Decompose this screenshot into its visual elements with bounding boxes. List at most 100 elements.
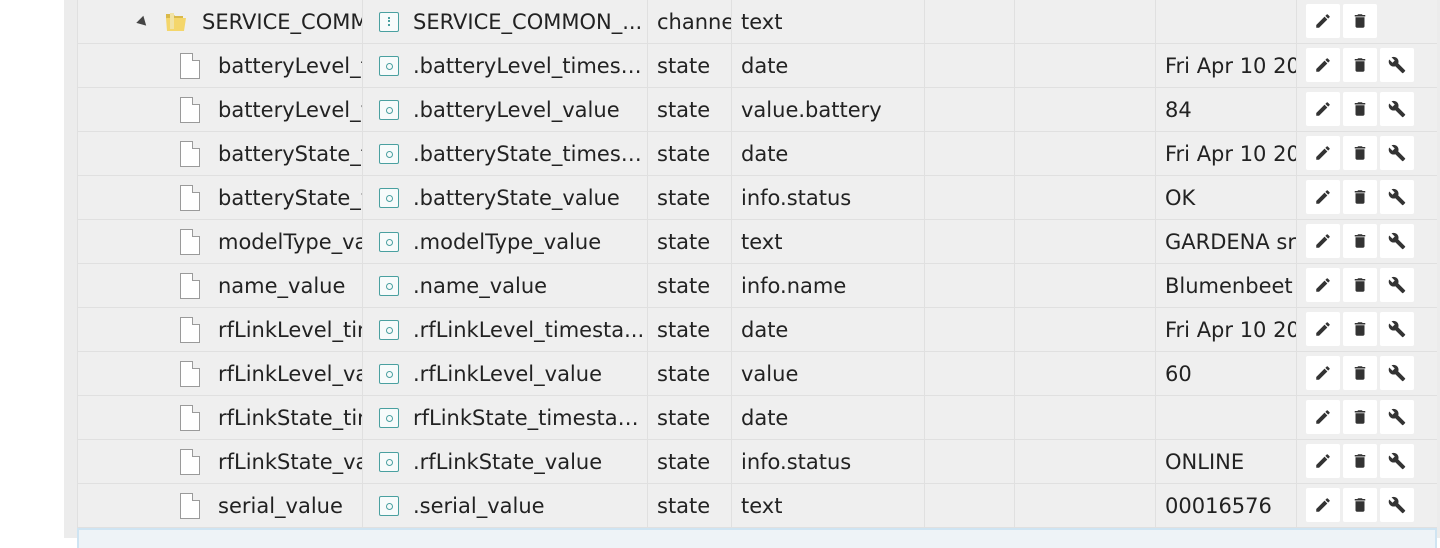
trash-icon (1354, 234, 1366, 248)
object-name: batteryLevel_v (218, 98, 363, 122)
delete-button[interactable] (1343, 356, 1377, 390)
table-row-next[interactable] (77, 528, 1437, 548)
settings-button[interactable] (1380, 356, 1414, 390)
value-cell[interactable]: Fri Apr 10 20 (1156, 308, 1297, 352)
id-cell: .rfLinkState_value (363, 440, 648, 484)
value-cell[interactable]: GARDENA sr (1156, 220, 1297, 264)
delete-button[interactable] (1343, 224, 1377, 258)
state-icon (379, 408, 399, 428)
object-role: date (741, 318, 789, 342)
edit-button[interactable] (1306, 136, 1340, 170)
edit-button[interactable] (1306, 356, 1340, 390)
edit-button[interactable] (1306, 400, 1340, 434)
settings-button[interactable] (1380, 48, 1414, 82)
value-cell[interactable]: Fri Apr 10 20 (1156, 132, 1297, 176)
table-row[interactable]: rfLinkLevel_va .rfLinkLevel_value state … (77, 352, 1437, 396)
table-row[interactable]: batteryLevel_t .batteryLevel_timest... s… (77, 44, 1437, 88)
actions-cell (1297, 308, 1438, 352)
actions-cell (1297, 484, 1438, 528)
edit-button[interactable] (1306, 92, 1340, 126)
edit-button[interactable] (1306, 180, 1340, 214)
room-cell (925, 308, 1015, 352)
object-role: info.status (741, 450, 852, 474)
value-cell[interactable]: OK (1156, 176, 1297, 220)
settings-button[interactable] (1380, 180, 1414, 214)
edit-button[interactable] (1306, 224, 1340, 258)
object-type: state (657, 186, 711, 210)
id-cell: .batteryState_timest... (363, 132, 648, 176)
collapse-toggle-icon[interactable] (136, 15, 150, 30)
settings-button[interactable] (1380, 444, 1414, 478)
value-cell[interactable]: Fri Apr 10 20 (1156, 44, 1297, 88)
table-row[interactable]: batteryState_t .batteryState_timest... s… (77, 132, 1437, 176)
table-row[interactable]: rfLinkState_tin rfLinkState_timestamp st… (77, 396, 1437, 440)
type-cell: state (648, 440, 732, 484)
table-row[interactable]: batteryLevel_v .batteryLevel_value state… (77, 88, 1437, 132)
function-cell (1015, 484, 1156, 528)
role-cell: value (732, 352, 925, 396)
delete-button[interactable] (1343, 312, 1377, 346)
table-row[interactable]: batteryState_v .batteryState_value state… (77, 176, 1437, 220)
settings-button[interactable] (1380, 312, 1414, 346)
delete-button[interactable] (1343, 444, 1377, 478)
value-cell[interactable]: 60 (1156, 352, 1297, 396)
object-id: .batteryLevel_timest... (413, 54, 645, 78)
delete-button[interactable] (1343, 92, 1377, 126)
actions-cell (1297, 176, 1438, 220)
value-cell[interactable]: Blumenbeet (1156, 264, 1297, 308)
edit-button[interactable] (1306, 268, 1340, 302)
settings-button[interactable] (1380, 224, 1414, 258)
table-row[interactable]: serial_value .serial_value state text 00… (77, 484, 1437, 528)
settings-button[interactable] (1380, 136, 1414, 170)
table-row[interactable]: rfLinkState_va .rfLinkState_value state … (77, 440, 1437, 484)
actions-cell (1297, 44, 1438, 88)
function-cell (1015, 396, 1156, 440)
delete-button[interactable] (1343, 488, 1377, 522)
value-cell[interactable]: 00016576 (1156, 484, 1297, 528)
trash-icon (1354, 278, 1366, 292)
delete-button[interactable] (1343, 136, 1377, 170)
object-name: name_value (218, 274, 346, 298)
trash-icon (1354, 410, 1366, 424)
trash-icon (1354, 454, 1366, 468)
type-cell: state (648, 44, 732, 88)
file-icon (180, 405, 200, 431)
room-cell (925, 264, 1015, 308)
edit-button[interactable] (1306, 444, 1340, 478)
pencil-icon (1316, 58, 1330, 72)
table-row-channel[interactable]: SERVICE_COMMON SERVICE_COMMON_... channe… (77, 0, 1437, 44)
edit-button[interactable] (1306, 48, 1340, 82)
object-type: state (657, 362, 711, 386)
settings-button[interactable] (1380, 400, 1414, 434)
room-cell (925, 0, 1015, 44)
wrench-icon (1388, 452, 1406, 470)
table-row[interactable]: rfLinkLevel_tin .rfLinkLevel_timesta... … (77, 308, 1437, 352)
pencil-icon (1316, 14, 1330, 28)
value-cell[interactable] (1156, 396, 1297, 440)
edit-button[interactable] (1306, 488, 1340, 522)
object-role: date (741, 142, 789, 166)
object-role: info.name (741, 274, 847, 298)
settings-button[interactable] (1380, 488, 1414, 522)
delete-button[interactable] (1343, 48, 1377, 82)
edit-button[interactable] (1306, 4, 1340, 38)
name-cell: rfLinkLevel_va (78, 352, 363, 396)
delete-button[interactable] (1343, 180, 1377, 214)
table-row[interactable]: modelType_va .modelType_value state text… (77, 220, 1437, 264)
delete-button[interactable] (1343, 4, 1377, 38)
edit-button[interactable] (1306, 312, 1340, 346)
settings-button[interactable] (1380, 268, 1414, 302)
value-cell[interactable]: 84 (1156, 88, 1297, 132)
name-cell: batteryLevel_v (78, 88, 363, 132)
delete-button[interactable] (1343, 268, 1377, 302)
type-cell: state (648, 308, 732, 352)
function-cell (1015, 220, 1156, 264)
file-icon (180, 141, 200, 167)
state-icon (379, 364, 399, 384)
delete-button[interactable] (1343, 400, 1377, 434)
table-row[interactable]: name_value .name_value state info.name B… (77, 264, 1437, 308)
actions-cell (1297, 264, 1438, 308)
settings-button[interactable] (1380, 92, 1414, 126)
pencil-icon (1316, 278, 1330, 292)
value-cell[interactable]: ONLINE (1156, 440, 1297, 484)
